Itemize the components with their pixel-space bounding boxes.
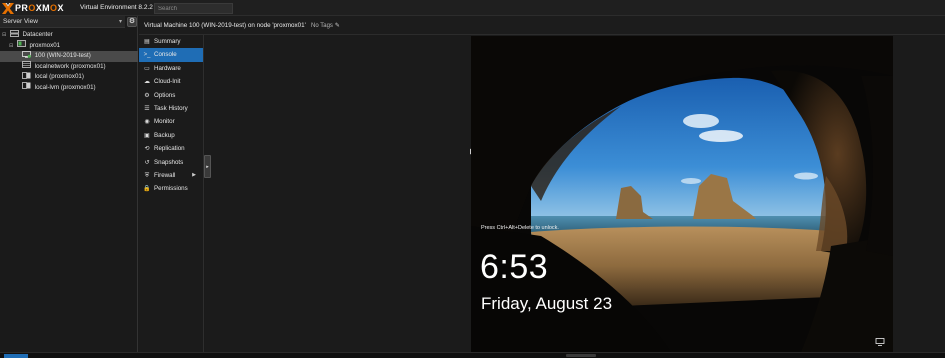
tree-item-vm-100[interactable]: 100 (WIN-2019-test)	[0, 50, 138, 62]
tree-item-label: 100 (WIN-2019-test)	[34, 52, 91, 59]
snapshots-icon: ↺	[144, 159, 150, 166]
permissions-icon: 🔒	[143, 186, 151, 193]
tree-item-localnetwork[interactable]: localnetwork (proxmox01)	[0, 61, 138, 73]
replication-icon: ⟲	[144, 146, 150, 153]
tags-editor[interactable]: No Tags ✎	[311, 22, 340, 29]
menu-item-label: Backup	[154, 131, 175, 139]
menu-item-label: Task History	[154, 104, 188, 112]
menu-item-label: Hardware	[154, 64, 181, 72]
collapse-toggle-icon[interactable]: ⊟	[9, 41, 15, 52]
page-title: Virtual Machine 100 (WIN-2019-test) on n…	[144, 22, 306, 29]
proxmox-logo[interactable]: PROXMOX	[2, 2, 64, 14]
chevron-down-icon: ▾	[118, 19, 122, 25]
network-icon	[22, 61, 31, 69]
datacenter-icon	[9, 29, 19, 37]
menu-item-firewall[interactable]: ⛨ Firewall ▶	[139, 169, 203, 182]
menu-item-hardware[interactable]: ▭ Hardware	[139, 62, 203, 75]
tree-item-local-lvm-storage[interactable]: local-lvm (proxmox01)	[0, 82, 138, 94]
collapse-toggle-icon[interactable]: ⊟	[2, 30, 8, 41]
resource-tree: ⊟ Datacenter ⊟ proxmox01 100 (WIN-2019-t…	[0, 29, 138, 94]
version-label: Virtual Environment 8.2.2	[80, 4, 153, 11]
node-icon	[16, 40, 26, 48]
logo-wordmark: PROXMOX	[15, 3, 64, 13]
menu-item-task-history[interactable]: ☰ Task History	[139, 102, 203, 115]
bottom-status-bar	[0, 352, 945, 358]
tree-item-label: localnetwork (proxmox01)	[34, 62, 106, 70]
menu-item-summary[interactable]: ▤ Summary	[139, 35, 203, 48]
view-selector[interactable]: Server View ▾	[0, 16, 125, 28]
menu-item-backup[interactable]: ▣ Backup	[139, 129, 203, 142]
gear-icon[interactable]: ⚙	[127, 17, 137, 27]
storage-icon	[22, 82, 31, 90]
menu-item-label: Summary	[154, 38, 181, 45]
gear-icon: ⚙	[144, 92, 150, 99]
console-icon: >_	[143, 52, 151, 59]
tree-item-label: local (proxmox01)	[34, 73, 84, 80]
menu-item-cloud-init[interactable]: ☁ Cloud-Init	[139, 75, 203, 88]
task-history-icon: ☰	[144, 105, 150, 112]
tree-item-datacenter[interactable]: ⊟ Datacenter	[0, 29, 138, 41]
menu-item-label: Monitor	[154, 118, 175, 126]
tree-item-local-storage[interactable]: local (proxmox01)	[0, 71, 138, 83]
resize-grip[interactable]	[566, 354, 596, 357]
menu-collapse-handle[interactable]: ▸	[204, 155, 211, 178]
vm-running-icon	[22, 50, 31, 58]
menu-item-label: Firewall	[154, 171, 176, 179]
menu-item-label: Cloud-Init	[154, 78, 181, 86]
tree-item-node[interactable]: ⊟ proxmox01	[0, 40, 138, 52]
unlock-hint-text: Press Ctrl+Alt+Delete to unlock.	[481, 225, 559, 231]
menu-item-label: Replication	[154, 145, 185, 153]
display-icon[interactable]	[875, 338, 885, 346]
tree-item-label: Datacenter	[22, 31, 53, 38]
tree-item-label: local-lvm (proxmox01)	[34, 83, 96, 91]
firewall-icon: ⛨	[144, 172, 150, 179]
storage-icon	[22, 71, 31, 79]
task-log-toggle[interactable]	[4, 354, 28, 358]
pencil-icon[interactable]: ✎	[335, 22, 340, 29]
menu-item-permissions[interactable]: 🔒 Permissions	[139, 182, 203, 195]
menu-item-replication[interactable]: ⟲ Replication	[139, 142, 203, 155]
menu-item-label: Console	[154, 51, 177, 59]
lockscreen-time: 6:53	[480, 248, 549, 286]
tree-item-label: proxmox01	[29, 41, 61, 49]
top-bar: PROXMOX Virtual Environment 8.2.2	[0, 0, 945, 16]
proxmox-x-icon	[2, 2, 14, 14]
menu-item-snapshots[interactable]: ↺ Snapshots	[139, 156, 203, 169]
view-selector-label: Server View	[3, 18, 38, 25]
monitor-icon: ◉	[144, 119, 150, 126]
resource-tree-panel: Server View ▾ ⚙ ⊟ Datacenter ⊟ proxmox01	[0, 16, 138, 352]
menu-item-label: Options	[154, 91, 176, 99]
menu-item-console[interactable]: >_ Console	[139, 48, 203, 62]
cloud-icon: ☁	[144, 79, 150, 86]
hardware-icon: ▭	[144, 65, 150, 72]
search-input[interactable]	[154, 3, 233, 14]
menu-item-label: Permissions	[154, 185, 188, 193]
vm-header: Virtual Machine 100 (WIN-2019-test) on n…	[139, 16, 945, 35]
lockscreen-date: Friday, August 23	[481, 294, 613, 313]
vm-nav-menu: ▤ Summary >_ Console ▭ Hardware ☁ Cloud-Init…	[139, 35, 204, 352]
menu-item-label: Snapshots	[154, 158, 184, 166]
menu-item-monitor[interactable]: ◉ Monitor	[139, 115, 203, 128]
summary-icon: ▤	[144, 39, 150, 45]
menu-item-options[interactable]: ⚙ Options	[139, 89, 203, 102]
vm-console-screen[interactable]: Press Ctrl+Alt+Delete to unlock. 6:53 Fr…	[471, 36, 893, 352]
tags-label: No Tags	[311, 23, 333, 29]
backup-icon: ▣	[144, 132, 150, 139]
chevron-right-icon: ▶	[192, 171, 196, 178]
